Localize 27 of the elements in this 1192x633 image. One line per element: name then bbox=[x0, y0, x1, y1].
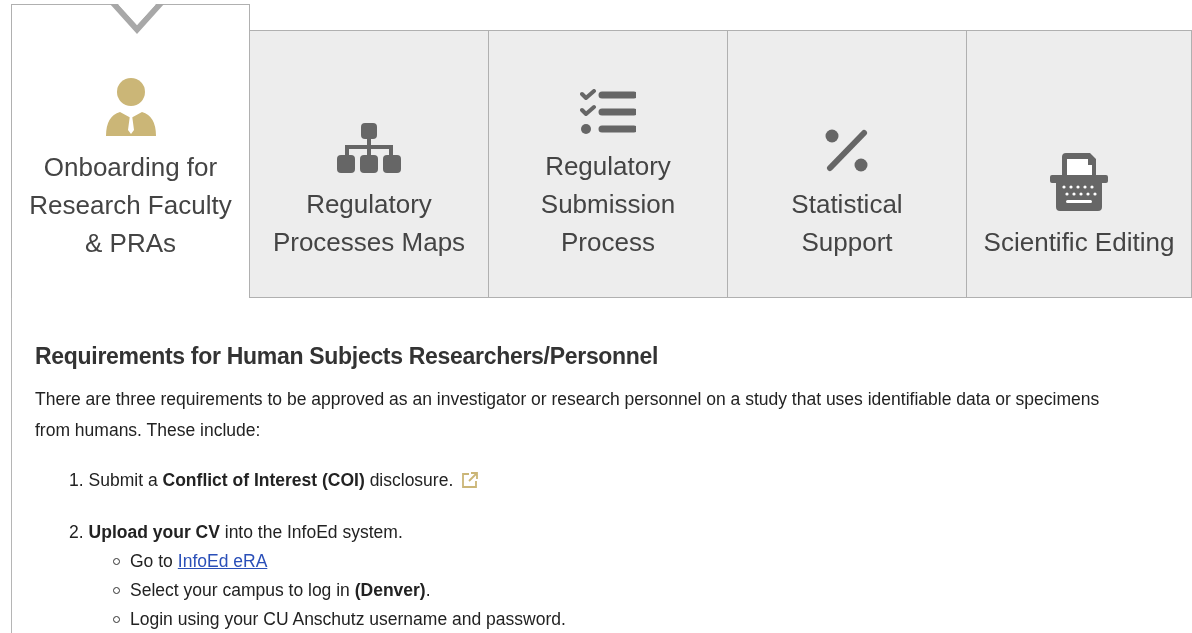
list-item-text: Upload your CV into the InfoEd system. bbox=[88, 521, 403, 544]
list-item-text: Login using your CU Anschutz username and password. bbox=[130, 608, 566, 631]
tab-label: Scientific Editing bbox=[983, 226, 1175, 259]
list-item-text: Submit a Conflict of Interest (COI) disclosure. bbox=[88, 469, 454, 492]
intro-paragraph: There are three requirements to be approved as an investigator or research personnel on a study that uses identifiable data or specimens from humans. These include: bbox=[35, 388, 1101, 442]
tab-label: Regulatory Processes Maps bbox=[272, 188, 466, 259]
hierarchy-icon bbox=[337, 123, 401, 173]
typewriter-icon bbox=[1050, 153, 1108, 211]
section-heading: Requirements for Human Subjects Researchers/Personnel bbox=[35, 342, 660, 370]
tab[interactable]: Regulatory Processes Maps bbox=[250, 30, 489, 298]
tab-label: Regulatory Submission Process bbox=[540, 150, 676, 259]
tab-label: Onboarding for Research Faculty & PRAs bbox=[29, 151, 232, 260]
link[interactable]: InfoEd eRA bbox=[177, 547, 268, 576]
list-item-text: Go to bbox=[130, 550, 173, 573]
list-item-text: Select your campus to log in (Denver). bbox=[130, 579, 431, 602]
tab[interactable]: Scientific Editing bbox=[967, 30, 1192, 298]
person-icon bbox=[105, 78, 156, 136]
tab[interactable]: Statistical Support bbox=[728, 30, 967, 298]
list-number: 1. bbox=[69, 469, 84, 492]
external-link-icon[interactable] bbox=[461, 471, 479, 489]
tab[interactable]: Regulatory Submission Process bbox=[489, 30, 728, 298]
notch-icon bbox=[110, 4, 164, 34]
list-number: 2. bbox=[69, 521, 84, 544]
tab[interactable]: Onboarding for Research Faculty & PRAs bbox=[11, 4, 250, 298]
tab-label: Statistical Support bbox=[791, 188, 903, 259]
percent-icon bbox=[825, 129, 869, 173]
checklist-icon bbox=[580, 89, 636, 135]
